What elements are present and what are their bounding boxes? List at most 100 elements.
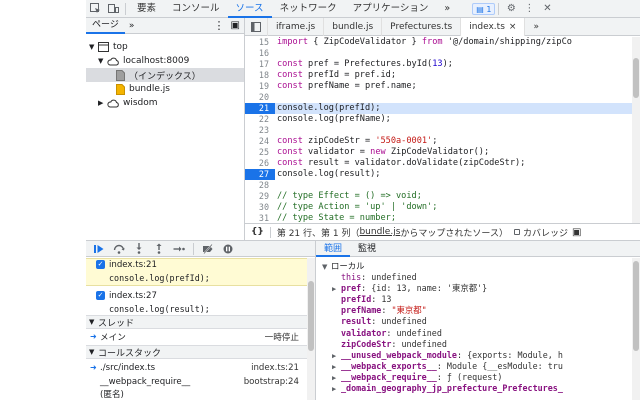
line-number[interactable]: 19 [245,81,275,92]
code-view[interactable]: 15 import { ZipCodeValidator } from '@/do… [245,37,640,223]
code-line[interactable]: 17 const pref = Prefectures.byId(13); [245,59,640,70]
breakpoint-item[interactable]: ✓ index.ts:27 console.log(result); [86,290,315,317]
navigator-kebab-icon[interactable]: ⋮ [214,19,231,32]
tree-item-top[interactable]: ▼ top [86,40,244,54]
line-number[interactable]: 28 [245,180,275,191]
line-number[interactable]: 25 [245,147,275,158]
tree-item-wisdom[interactable]: ▶ wisdom [86,96,244,110]
editor-scrollbar-thumb[interactable] [633,58,639,98]
more-files-button[interactable]: » [525,18,547,36]
scope-variable-row[interactable]: this: undefined [316,272,638,283]
code-line[interactable]: 24 const zipCodeStr = '550a-0001'; [245,136,640,147]
code-line[interactable]: 22 console.log(prefName); [245,114,640,125]
scope-variable-row[interactable]: ▶ __unused_webpack_module: {exports: Modu… [316,350,638,361]
pretty-print-button[interactable]: {} [245,227,270,237]
line-number[interactable]: 23 [245,125,275,136]
code-line[interactable]: 15 import { ZipCodeValidator } from '@/do… [245,37,640,48]
step-out-icon[interactable] [150,242,168,256]
line-number[interactable]: 27 [245,169,275,180]
line-number[interactable]: 22 [245,114,275,125]
resume-icon[interactable] [90,242,108,256]
navigator-more-button[interactable]: » [125,21,139,31]
debugger-scrollbar-thumb[interactable] [308,281,314,351]
tab-network[interactable]: ネットワーク [272,0,345,18]
code-line[interactable]: 30// type Action = 'up' | 'down'; [245,202,640,213]
line-number[interactable]: 24 [245,136,275,147]
code-line[interactable]: 19 const prefName = pref.name; [245,81,640,92]
code-line[interactable]: 28 [245,180,640,191]
line-number[interactable]: 15 [245,37,275,48]
tree-item-index[interactable]: （インデックス） [86,68,244,82]
issues-badge[interactable]: ▤ 1 [472,2,496,15]
line-number[interactable]: 26 [245,158,275,169]
tree-item-localhost[interactable]: ▼ localhost:8009 [86,54,244,68]
line-number[interactable]: 16 [245,48,275,59]
callstack-frame[interactable]: (匿名) [86,389,315,399]
line-number[interactable]: 21 [245,103,275,114]
chevron-right-icon[interactable]: ▶ [332,284,341,294]
code-line[interactable]: 20 [245,92,640,103]
code-line[interactable]: 25 const validator = new ZipCodeValidator… [245,147,640,158]
step-into-icon[interactable] [130,242,148,256]
code-line-breakpoint[interactable]: 27 console.log(result); [245,169,640,180]
more-tabs-button[interactable]: » [436,0,458,18]
tab-watch[interactable]: 監視 [350,241,384,257]
callstack-frame[interactable]: ➜ ./src/index.ts index.ts:21 [86,361,315,374]
pause-on-exceptions-icon[interactable] [219,242,237,256]
kebab-icon[interactable]: ⋮ [520,0,538,18]
chevron-right-icon[interactable]: ▶ [332,373,341,383]
statusbar-toggle-icon[interactable]: ▣ [572,227,581,238]
tab-application[interactable]: アプリケーション [345,0,437,18]
step-over-icon[interactable] [110,242,128,256]
line-number[interactable]: 18 [245,70,275,81]
scope-variable-row[interactable]: zipCodeStr: undefined [316,339,638,350]
file-tab-prefectures-ts[interactable]: Prefectures.ts [382,17,462,36]
toggle-sidebar-icon[interactable] [245,17,268,36]
checkbox-checked-icon[interactable]: ✓ [96,291,105,300]
scope-variable-row[interactable]: ▶ _domain_geography_jp_prefecture_Prefect… [316,383,638,394]
step-icon[interactable] [170,242,188,256]
tab-page[interactable]: ページ [86,18,125,34]
deactivate-breakpoints-icon[interactable] [199,242,217,256]
threads-section-header[interactable]: ▼ スレッド [86,315,315,329]
tab-sources[interactable]: ソース [227,0,272,18]
toggle-navigator-icon[interactable]: ▣ [231,20,244,31]
tab-elements[interactable]: 要素 [129,0,164,18]
code-line[interactable]: 31// type State = number; [245,213,640,223]
line-number[interactable]: 17 [245,59,275,70]
coverage-label[interactable]: カバレッジ [523,226,568,239]
callstack-frame[interactable]: __webpack_require__ bootstrap:24 [86,375,315,388]
line-number[interactable]: 30 [245,202,275,213]
file-tab-iframe-js[interactable]: iframe.js [268,17,325,36]
scope-variable-row[interactable]: result: undefined [316,316,638,327]
code-line-breakpoint[interactable]: 21 console.log(prefId); [245,103,640,114]
inspect-icon[interactable] [86,0,104,18]
local-scope-header[interactable]: ▼ ローカル [316,261,638,272]
code-line[interactable]: 29// type Effect = () => void; [245,191,640,202]
source-map-link[interactable]: bundle.js [359,227,400,237]
chevron-right-icon[interactable]: ▶ [332,362,341,372]
file-tab-bundle-js[interactable]: bundle.js [324,17,383,36]
tab-scope[interactable]: 範囲 [316,241,351,257]
chevron-right-icon[interactable]: ▶ [332,351,341,361]
tree-item-bundle-js[interactable]: bundle.js [86,82,244,96]
callstack-section-header[interactable]: ▼ コールスタック [86,345,315,359]
scope-variable-row[interactable]: validator: undefined [316,328,638,339]
device-icon[interactable] [104,0,122,18]
tab-console[interactable]: コンソール [164,0,228,18]
thread-row[interactable]: ➜ メイン 一時停止 [86,330,315,343]
file-tab-index-ts[interactable]: index.ts × [461,17,526,36]
scope-variable-row[interactable]: prefName: "東京都" [316,305,638,316]
line-number[interactable]: 20 [245,92,275,103]
line-number[interactable]: 31 [245,213,275,223]
scope-variable-row[interactable]: prefId: 13 [316,294,638,305]
code-line[interactable]: 23 [245,125,640,136]
code-line[interactable]: 26 const result = validator.doValidate(zi… [245,158,640,169]
breakpoint-item[interactable]: ✓ index.ts:21 console.log(prefId); [86,258,315,286]
line-number[interactable]: 29 [245,191,275,202]
scope-variable-row[interactable]: ▶ pref: {id: 13, name: '東京都'} [316,283,638,294]
scope-variable-row[interactable]: ▶ __webpack_require__: ƒ (request) [316,372,638,383]
code-line[interactable]: 18 const prefId = pref.id; [245,70,640,81]
close-icon[interactable]: ✕ [538,0,556,18]
scope-variable-row[interactable]: ▶ __webpack_exports__: Module {__esModule… [316,361,638,372]
